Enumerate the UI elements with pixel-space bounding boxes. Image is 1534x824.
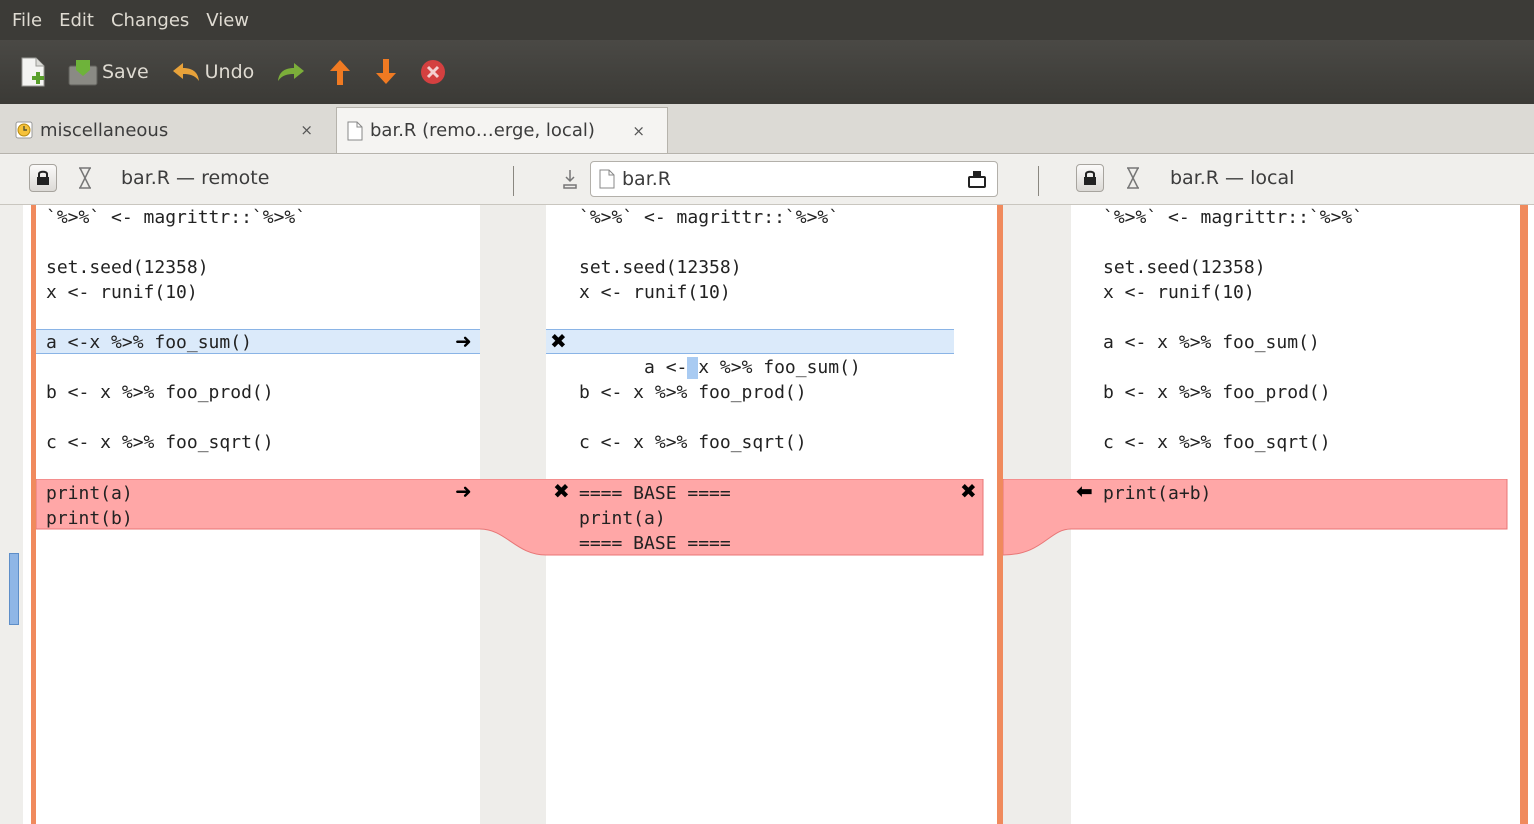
save-button[interactable]: Save bbox=[68, 58, 149, 86]
undo-button[interactable]: Undo bbox=[171, 61, 255, 83]
inline-change-highlight bbox=[687, 357, 699, 379]
middle-file-field[interactable]: bar.R bbox=[590, 161, 998, 197]
divider bbox=[513, 166, 514, 196]
editor-area: `%>%` <- magrittr::`%>%` set.seed(12358)… bbox=[0, 205, 1534, 824]
scroll-indicator[interactable] bbox=[9, 553, 19, 625]
code-line[interactable]: b <- x %>% foo_prod() bbox=[1103, 380, 1331, 405]
new-document-icon bbox=[21, 57, 45, 87]
file-icon bbox=[347, 121, 363, 141]
conflict-region-left bbox=[36, 479, 984, 556]
code-line[interactable]: x <- runif(10) bbox=[46, 280, 198, 305]
tab-bar: miscellaneous × bar.R (remo…erge, local)… bbox=[0, 104, 1534, 154]
code-block[interactable]: print(a+b) bbox=[1103, 481, 1211, 506]
right-pane-title: bar.R — local bbox=[1170, 167, 1295, 189]
hourglass-icon bbox=[79, 167, 91, 189]
code-line[interactable]: c <- x %>% foo_sqrt() bbox=[579, 430, 807, 455]
tab-label: bar.R (remo…erge, local) bbox=[370, 120, 595, 141]
code-line[interactable]: set.seed(12358) bbox=[46, 255, 209, 280]
new-comparison-button[interactable] bbox=[20, 56, 46, 88]
delete-chunk-icon[interactable]: ✖ bbox=[553, 479, 570, 504]
menu-edit[interactable]: Edit bbox=[59, 10, 94, 31]
delete-chunk-icon[interactable]: ✖ bbox=[550, 329, 567, 354]
code-line[interactable]: `%>%` <- magrittr::`%>%` bbox=[1103, 205, 1363, 230]
clock-icon bbox=[15, 121, 33, 139]
push-right-arrow-icon[interactable]: ➜ bbox=[455, 329, 472, 354]
redo-button[interactable] bbox=[276, 61, 306, 83]
undo-label: Undo bbox=[204, 61, 255, 83]
close-icon[interactable]: × bbox=[300, 121, 313, 139]
file-icon bbox=[599, 169, 615, 189]
code-line[interactable]: a <-x %>% foo_sum() bbox=[46, 330, 252, 355]
divider bbox=[1038, 166, 1039, 196]
previous-change-button[interactable] bbox=[328, 58, 352, 86]
tab-label: miscellaneous bbox=[40, 119, 169, 141]
redo-icon bbox=[278, 63, 305, 81]
left-pane-title: bar.R — remote bbox=[121, 167, 270, 189]
hourglass-icon bbox=[1127, 167, 1139, 189]
code-block[interactable]: ==== BASE ==== print(a) ==== BASE ==== bbox=[579, 481, 731, 556]
next-change-button[interactable] bbox=[374, 58, 398, 86]
undo-icon bbox=[172, 63, 199, 81]
right-pane-edge bbox=[1520, 205, 1528, 824]
code-line[interactable]: `%>%` <- magrittr::`%>%` bbox=[46, 205, 306, 230]
lock-left-button[interactable] bbox=[29, 164, 57, 192]
code-line[interactable]: b <- x %>% foo_prod() bbox=[46, 380, 274, 405]
push-left-arrow-icon[interactable]: ⬅ bbox=[1076, 479, 1093, 504]
menubar: File Edit Changes View bbox=[0, 0, 1534, 40]
arrow-down-icon bbox=[376, 59, 397, 84]
save-icon bbox=[68, 60, 98, 86]
code-line[interactable]: x <- runif(10) bbox=[579, 280, 731, 305]
code-line[interactable]: b <- x %>% foo_prod() bbox=[579, 380, 807, 405]
right-scroll-space bbox=[1507, 205, 1520, 824]
code-line[interactable]: a <- x %>% foo_sum() bbox=[1103, 330, 1320, 355]
lock-right-button[interactable] bbox=[1076, 164, 1104, 192]
push-right-arrow-icon[interactable]: ➜ bbox=[455, 479, 472, 504]
arrow-up-icon bbox=[330, 60, 351, 85]
code-line[interactable]: a <- x %>% foo_sum() bbox=[579, 330, 861, 379]
code-line[interactable]: c <- x %>% foo_sqrt() bbox=[1103, 430, 1331, 455]
code-line[interactable]: c <- x %>% foo_sqrt() bbox=[46, 430, 274, 455]
tab-miscellaneous[interactable]: miscellaneous × bbox=[5, 107, 335, 153]
menu-view[interactable]: View bbox=[206, 10, 249, 31]
menu-changes[interactable]: Changes bbox=[111, 10, 189, 31]
code-line[interactable]: set.seed(12358) bbox=[1103, 255, 1266, 280]
code-segment: x %>% foo_sum() bbox=[698, 357, 861, 378]
save-file-icon[interactable] bbox=[967, 169, 987, 189]
middle-file-name: bar.R bbox=[622, 168, 672, 190]
code-line[interactable]: x <- runif(10) bbox=[1103, 280, 1255, 305]
menu-file[interactable]: File bbox=[12, 10, 42, 31]
save-label: Save bbox=[102, 61, 149, 83]
pane-header: bar.R — remote bar.R bar.R — local bbox=[0, 155, 1534, 205]
lock-icon bbox=[37, 170, 49, 185]
close-icon[interactable]: × bbox=[632, 122, 645, 140]
lock-icon bbox=[1084, 170, 1096, 185]
code-line[interactable]: set.seed(12358) bbox=[579, 255, 742, 280]
stop-button[interactable] bbox=[420, 59, 446, 85]
toolbar: Save Undo bbox=[0, 40, 1534, 104]
code-line[interactable]: `%>%` <- magrittr::`%>%` bbox=[579, 205, 839, 230]
delete-chunk-icon[interactable]: ✖ bbox=[960, 479, 977, 504]
stop-icon bbox=[421, 60, 446, 84]
tab-bar-r-merge[interactable]: bar.R (remo…erge, local) × bbox=[336, 107, 668, 153]
download-icon bbox=[563, 170, 577, 189]
left-margin bbox=[0, 205, 23, 824]
code-block[interactable]: print(a) print(b) bbox=[46, 481, 133, 531]
